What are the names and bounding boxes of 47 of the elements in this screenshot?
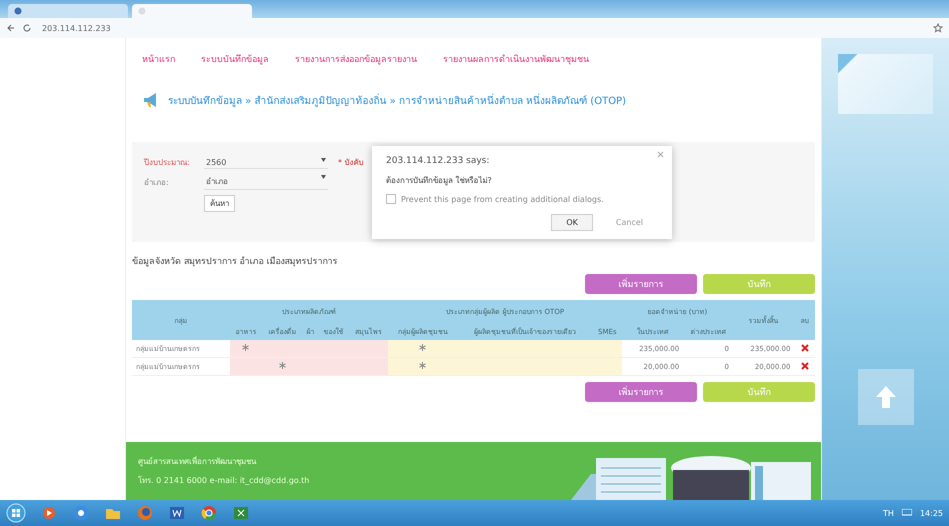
start-button[interactable] <box>6 503 26 523</box>
asterisk-icon <box>278 362 286 369</box>
caret-icon <box>321 175 326 179</box>
media-player-icon[interactable] <box>40 504 58 522</box>
dialog-message: ต้องการบันทึกข้อมูล ใช่หรือไม่? <box>386 174 493 187</box>
language-indicator[interactable]: TH <box>883 508 894 518</box>
prevent-checkbox[interactable] <box>386 194 396 204</box>
add-button[interactable]: เพิ่มรายการ <box>585 274 697 294</box>
chrome-icon[interactable] <box>200 504 218 522</box>
search-button[interactable]: ค้นหา <box>204 195 235 212</box>
nav-link[interactable]: ระบบบันทึกข้อมูล <box>201 52 269 66</box>
field-label: อำเภอ: <box>144 176 170 188</box>
year-dropdown[interactable]: 2560 <box>204 156 328 168</box>
spreadsheet-icon[interactable] <box>232 504 250 522</box>
delete-icon[interactable] <box>800 344 809 352</box>
nav-link[interactable]: รายงานการส่งออกข้อมูลรายงาน <box>295 52 417 66</box>
breadcrumb: ระบบบันทึกข้อมูล » สำนักส่งเสริมภูมิปัญญาท้องถิ่น » การจำหน่ายสินค้าหนึ่งตำบล หนึ่งผลิตภัณฑ์ (OTOP) <box>168 92 626 108</box>
asterisk-icon <box>419 362 426 369</box>
caret-icon <box>321 158 326 162</box>
asterisk-icon <box>242 344 250 351</box>
star-icon[interactable] <box>933 23 943 33</box>
ok-button[interactable]: OK <box>551 214 593 231</box>
area-dropdown[interactable]: อำเภอ <box>204 174 328 190</box>
footer-title: ศูนย์สารสนเทศเพื่อการพัฒนาชุมชน <box>138 455 258 468</box>
network-icon[interactable] <box>902 509 912 517</box>
delete-icon[interactable] <box>800 362 809 370</box>
dialog-title: 203.114.112.233 says: <box>386 156 490 166</box>
field-label: ปีงบประมาณ: <box>144 157 191 169</box>
checkbox-label: Prevent this page from creating additional dialogs. <box>401 194 604 204</box>
required-note: * บังคับ <box>338 157 364 169</box>
asterisk-icon <box>419 344 426 351</box>
back-icon[interactable] <box>6 23 16 33</box>
up-arrow-icon <box>874 384 898 410</box>
reload-icon[interactable] <box>22 23 32 33</box>
page-icon <box>14 7 22 15</box>
close-icon[interactable] <box>657 151 664 158</box>
page-icon <box>138 7 146 15</box>
word-processor-icon[interactable] <box>168 504 186 522</box>
browser-tab[interactable] <box>8 4 128 18</box>
footer-contact: โทร. 0 2141 6000 e-mail: it_cdd@cdd.go.th <box>138 474 310 487</box>
fox-browser-icon[interactable] <box>136 504 154 522</box>
nav-link[interactable]: รายงานผลการดำเนินงานพัฒนาชุมชน <box>443 52 589 66</box>
browser-icon[interactable] <box>72 504 90 522</box>
nav-link[interactable]: หน้าแรก <box>142 52 175 66</box>
section-title: ข้อมูลจังหวัด สมุทรปราการ อำเภอ เมืองสมุทรปราการ <box>132 256 338 268</box>
add-button[interactable]: เพิ่มรายการ <box>585 382 697 402</box>
clock[interactable]: 14:25 <box>920 508 943 518</box>
